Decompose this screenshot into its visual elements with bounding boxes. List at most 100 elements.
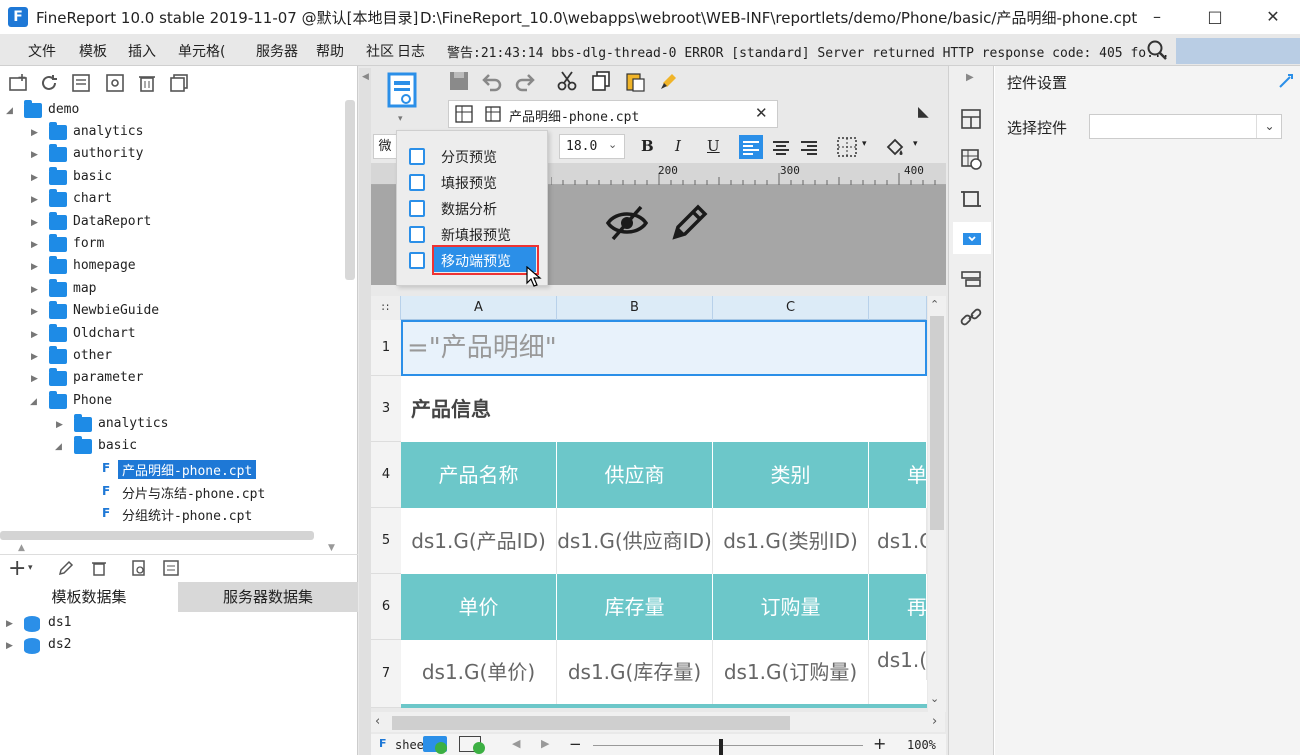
section-title-cell[interactable]: 产品信息 <box>401 376 927 442</box>
data-cell[interactable]: ds1.G(单价) <box>401 640 557 704</box>
menu-insert[interactable]: 插入 <box>128 41 156 61</box>
tree-item[interactable]: ▶ chart <box>0 189 340 211</box>
preview-dataset-icon[interactable] <box>129 558 149 578</box>
expand-right-icon[interactable]: ▶ <box>966 72 974 83</box>
menu-item-page-preview[interactable]: 分页预览 <box>397 143 547 169</box>
zoom-slider-handle[interactable] <box>719 739 723 755</box>
header-cell[interactable]: 库存量 <box>557 574 713 640</box>
report-grid-icon[interactable] <box>454 104 474 124</box>
splitter[interactable] <box>359 68 371 755</box>
menu-file[interactable]: 文件 <box>28 41 56 61</box>
column-header[interactable] <box>869 296 927 320</box>
align-right-icon[interactable] <box>797 135 821 159</box>
chevron-down-icon[interactable]: ▾ <box>862 139 867 149</box>
row-header[interactable]: 3 <box>371 376 401 442</box>
menu-item-data-analysis[interactable]: 数据分析 <box>397 195 547 221</box>
data-cell[interactable]: ds1.G <box>869 508 927 574</box>
column-header[interactable]: B <box>557 296 713 320</box>
header-cell[interactable]: 再 <box>869 574 927 640</box>
menu-cell[interactable]: 单元格( <box>178 41 225 61</box>
row-header[interactable]: 6 <box>371 574 401 640</box>
sheet-tab[interactable]: shee <box>395 738 424 752</box>
widget-settings-tab[interactable] <box>953 222 991 254</box>
scroll-down-icon[interactable]: ⌄ <box>930 692 939 705</box>
chevron-down-icon[interactable]: ⌄ <box>608 138 617 151</box>
prev-sheet-icon[interactable]: ◀ <box>512 737 520 750</box>
collapsed-arrow-icon[interactable]: ▶ <box>31 307 41 317</box>
row-header[interactable]: 1 <box>371 320 401 376</box>
align-left-icon[interactable] <box>739 135 763 159</box>
collapsed-arrow-icon[interactable]: ▶ <box>31 374 41 384</box>
save-icon[interactable] <box>448 70 470 92</box>
tree-item[interactable]: ▶ homepage <box>0 256 340 278</box>
menu-help[interactable]: 帮助 <box>316 41 344 61</box>
delete-icon[interactable] <box>136 72 158 94</box>
data-cell[interactable]: ds1.G(订购量) <box>713 640 869 704</box>
menu-item-new-fill-preview[interactable]: 新填报预览 <box>397 221 547 247</box>
user-account-box[interactable] <box>1176 38 1300 64</box>
tree-item[interactable]: ◢ Phone <box>0 390 340 413</box>
expanded-arrow-icon[interactable]: ◢ <box>6 106 16 116</box>
refresh-icon[interactable] <box>38 72 60 94</box>
tree-vertical-scrollbar[interactable] <box>345 100 355 280</box>
align-center-icon[interactable] <box>769 135 793 159</box>
collapse-up-icon[interactable]: ▲ <box>18 543 25 553</box>
tree-item-phone-analytics[interactable]: ▶ analytics <box>0 414 340 436</box>
tree-horizontal-scrollbar[interactable] <box>0 531 314 540</box>
copy-cell-icon[interactable] <box>590 70 612 92</box>
tree-item[interactable]: ▶ parameter <box>0 368 340 390</box>
cell-attribute-icon[interactable] <box>960 148 982 170</box>
collapsed-arrow-icon[interactable]: ▶ <box>31 195 41 205</box>
chevron-down-icon[interactable]: ▾ <box>398 114 403 124</box>
hyperlink-icon[interactable] <box>960 306 982 328</box>
tree-file-item[interactable]: F 产品明细-phone.cpt <box>0 458 340 480</box>
collapsed-arrow-icon[interactable]: ▶ <box>6 641 16 651</box>
dataset-item[interactable]: ▶ ds1 <box>0 613 340 635</box>
tree-file-item[interactable]: F 分组统计-phone.cpt <box>0 503 340 525</box>
collapsed-arrow-icon[interactable]: ▶ <box>31 173 41 183</box>
template-info-icon[interactable] <box>70 72 92 94</box>
collapsed-arrow-icon[interactable]: ▶ <box>31 262 41 272</box>
collapsed-arrow-icon[interactable]: ▶ <box>31 330 41 340</box>
close-tab-icon[interactable]: ✕ <box>755 104 768 122</box>
edit-pencil-icon[interactable] <box>669 201 711 243</box>
cut-icon[interactable] <box>556 70 578 92</box>
dataset-item[interactable]: ▶ ds2 <box>0 635 340 657</box>
underline-icon[interactable]: U <box>707 137 720 155</box>
chevron-down-icon[interactable]: ▾ <box>28 563 33 573</box>
select-all-icon[interactable]: ∷ <box>371 296 401 320</box>
column-header[interactable]: C <box>713 296 869 320</box>
row-header[interactable]: 5 <box>371 508 401 574</box>
dataset-param-icon[interactable] <box>161 558 181 578</box>
data-cell[interactable]: ds1.G(类别ID) <box>713 508 869 574</box>
minimize-button[interactable]: – <box>1128 0 1186 34</box>
tree-item-phone-basic[interactable]: ◢ basic <box>0 436 340 458</box>
zoom-slider-track[interactable] <box>593 745 863 746</box>
header-cell[interactable]: 供应商 <box>557 442 713 508</box>
tree-item[interactable]: ▶ form <box>0 234 340 256</box>
collapsed-arrow-icon[interactable]: ▶ <box>31 128 41 138</box>
italic-icon[interactable]: I <box>675 137 681 155</box>
widget-type-select[interactable]: ⌄ <box>1089 114 1282 139</box>
menu-community[interactable]: 社区 <box>366 41 394 61</box>
fill-color-icon[interactable] <box>883 135 907 159</box>
header-cell[interactable]: 单 <box>869 442 927 508</box>
hide-eye-icon[interactable] <box>605 203 649 243</box>
scroll-up-icon[interactable]: ⌃ <box>930 298 939 311</box>
next-sheet-icon[interactable]: ▶ <box>541 737 549 750</box>
collapsed-arrow-icon[interactable]: ▶ <box>31 218 41 228</box>
lock-template-icon[interactable] <box>104 72 126 94</box>
template-tab[interactable]: 产品明细-phone.cpt ✕ <box>448 100 778 128</box>
collapsed-arrow-icon[interactable]: ▶ <box>31 240 41 250</box>
menu-item-fill-preview[interactable]: 填报预览 <box>397 169 547 195</box>
copy-icon[interactable] <box>168 72 190 94</box>
delete-dataset-icon[interactable] <box>89 558 109 578</box>
header-cell[interactable]: 订购量 <box>713 574 869 640</box>
tree-item-demo[interactable]: ◢ demo <box>0 100 340 122</box>
edit-icon[interactable] <box>56 558 76 578</box>
tree-file-item[interactable]: F 分片与冻结-phone.cpt <box>0 481 340 503</box>
data-cell[interactable]: ds1.( <box>869 640 927 680</box>
menu-log[interactable]: 日志 <box>397 41 425 61</box>
collapse-left-icon[interactable]: ◀ <box>362 72 369 82</box>
chevron-down-icon[interactable]: ⌄ <box>1256 115 1282 138</box>
